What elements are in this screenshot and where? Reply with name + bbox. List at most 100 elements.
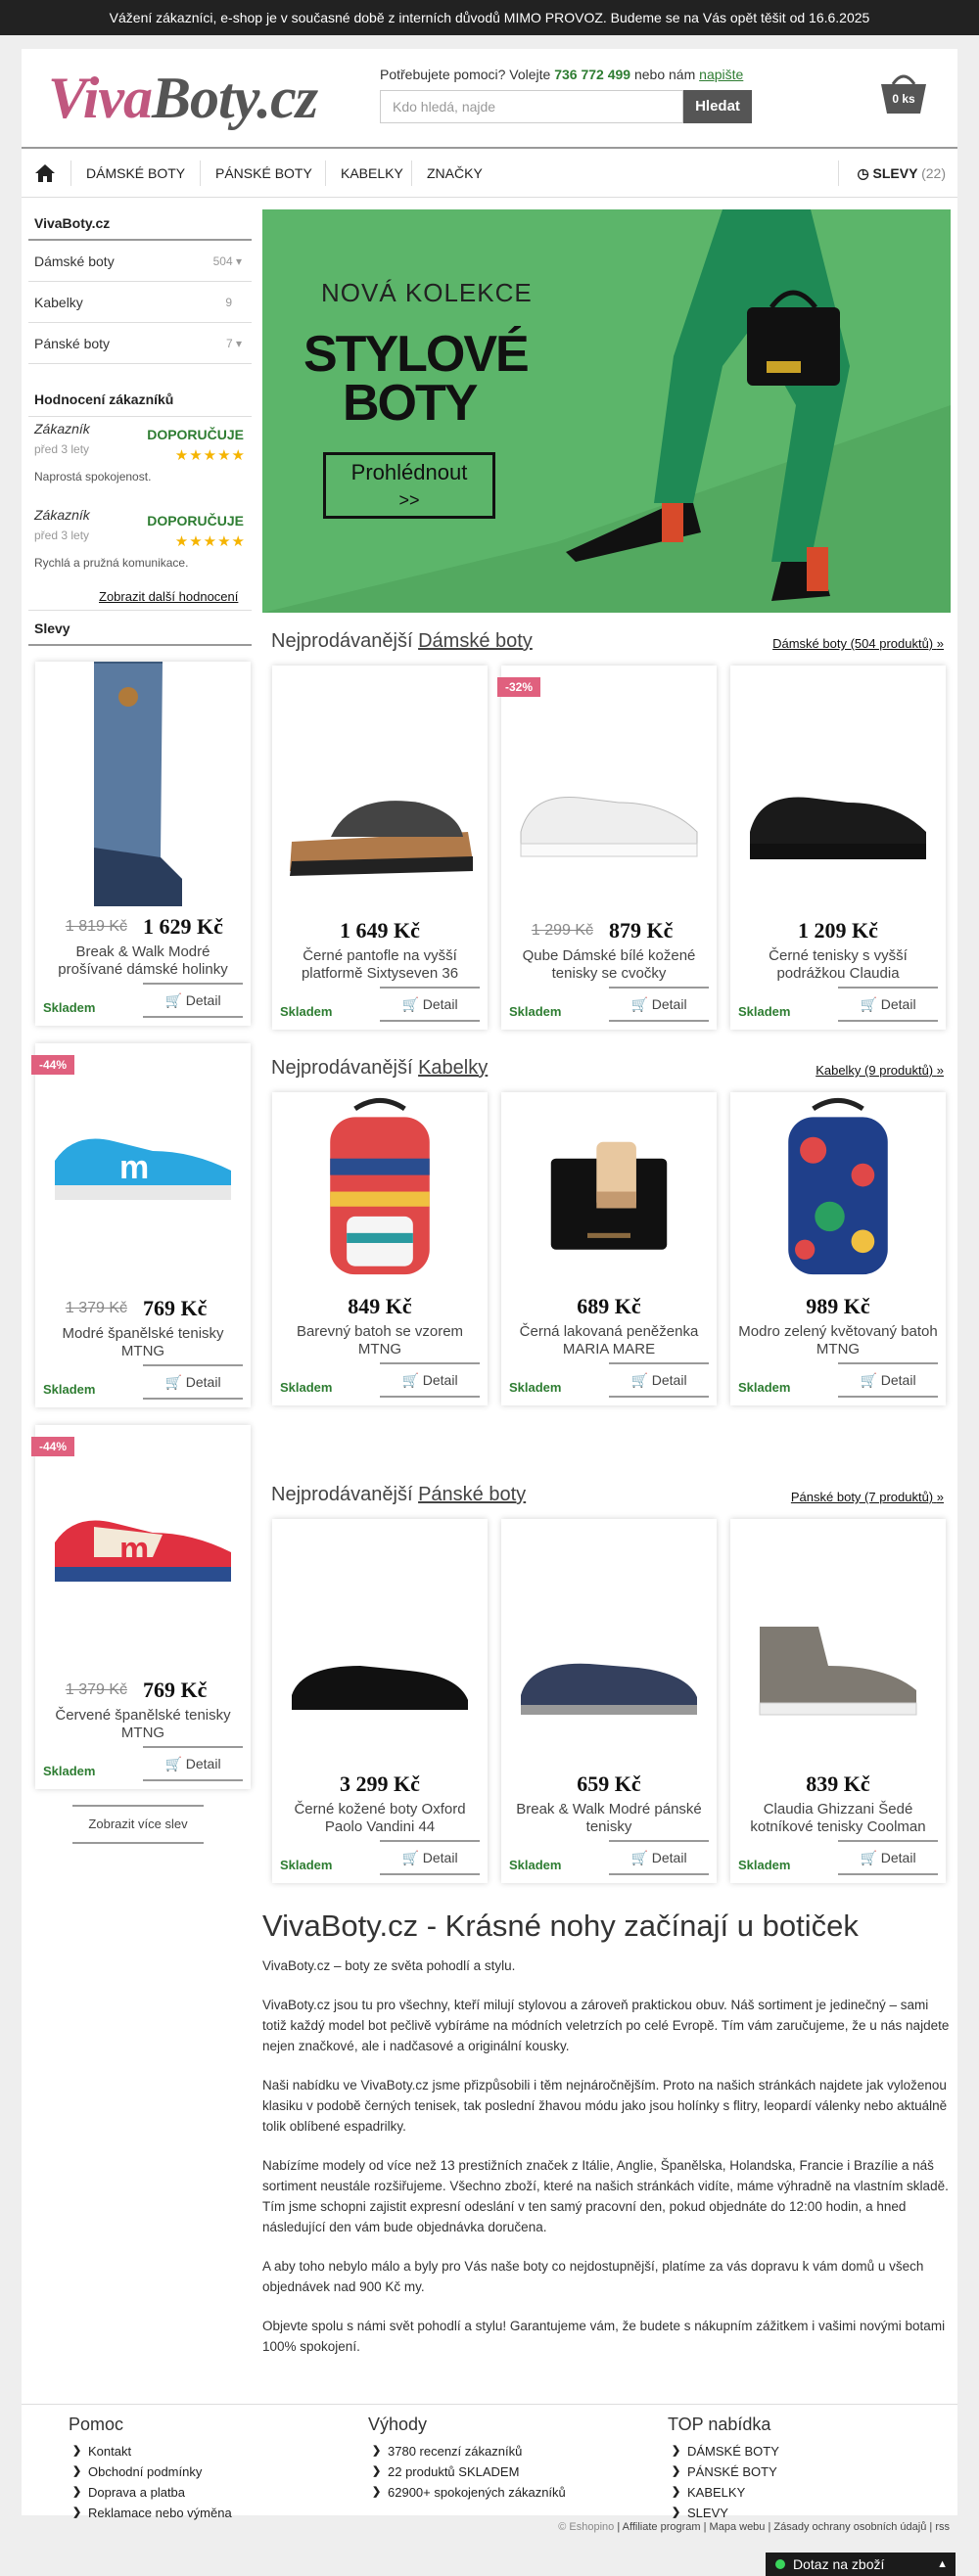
detail-label: Detail (651, 1850, 687, 1865)
detail-button[interactable]: 🛒 Detail (143, 1746, 243, 1781)
nav-item-damske-boty[interactable]: DÁMSKÉ BOTY (86, 149, 185, 198)
section-name-link[interactable]: Kabelky (418, 1057, 488, 1079)
footer-link[interactable]: Kontakt (69, 2441, 232, 2461)
sidebar-item-kabelky[interactable]: Kabelky 9 (28, 282, 252, 323)
detail-button[interactable]: 🛒 Detail (380, 1840, 480, 1875)
product-card[interactable]: -44% m 1 379 Kč 769 Kč Modré španělské t… (31, 1043, 251, 1407)
contact-link[interactable]: napište (699, 67, 743, 82)
help-middle: nebo nám (633, 67, 696, 82)
product-card[interactable]: 1 649 Kč Černé pantofle na vyšší platfor… (272, 666, 488, 1030)
logo[interactable]: VivaBoty.cz (48, 65, 318, 132)
footer-link[interactable]: Obchodní podmínky (69, 2461, 232, 2482)
product-card[interactable]: -32% 1 299 Kč 879 Kč Qube Dámské bílé ko… (497, 666, 717, 1030)
svg-text:m: m (119, 1531, 149, 1568)
hero-banner[interactable]: NOVÁ KOLEKCE STYLOVÉ BOTY Prohlédnout >> (262, 209, 951, 613)
sidebar-item-label: Dámské boty (34, 253, 115, 269)
product-name[interactable]: Modro zelený květovaný batoh MTNG (738, 1323, 938, 1358)
product-name[interactable]: Claudia Ghizzani Šedé kotníkové tenisky … (738, 1801, 938, 1836)
product-card[interactable]: 3 299 Kč Černé kožené boty Oxford Paolo … (272, 1519, 488, 1883)
nav-item-znacky[interactable]: ZNAČKY (427, 149, 483, 198)
nav-item-sale[interactable]: ◷ SLEVY (22) (857, 149, 946, 198)
old-price: 1 819 Kč (65, 918, 127, 935)
product-card[interactable]: 839 Kč Claudia Ghizzani Šedé kotníkové t… (730, 1519, 946, 1883)
cart-icon: 🛒 (401, 1372, 419, 1388)
price: 659 Kč (577, 1771, 641, 1796)
detail-button[interactable]: 🛒 Detail (838, 1840, 938, 1875)
footer-benefit[interactable]: 22 produktů SKLADEM (368, 2461, 566, 2482)
sidebar-item-damske-boty[interactable]: Dámské boty 504 ▾ (28, 241, 252, 282)
nav-item-panske-boty[interactable]: PÁNSKÉ BOTY (215, 149, 312, 198)
product-name[interactable]: Červené španělské tenisky MTNG (43, 1707, 243, 1742)
chat-widget[interactable]: Dotaz na zboží ▲ (766, 2553, 956, 2576)
section-name-link[interactable]: Pánské boty (418, 1484, 526, 1505)
sidebar-item-panske-boty[interactable]: Pánské boty 7 ▾ (28, 323, 252, 364)
more-reviews-link[interactable]: Zobrazit další hodnocení (99, 589, 238, 604)
product-name[interactable]: Barevný batoh se vzorem MTNG (280, 1323, 480, 1358)
product-name[interactable]: Modré španělské tenisky MTNG (43, 1325, 243, 1360)
footer-link[interactable]: DÁMSKÉ BOTY (668, 2441, 779, 2461)
search-button[interactable]: Hledat (683, 90, 752, 123)
phone-number[interactable]: 736 772 499 (554, 67, 630, 82)
product-image-backpack (330, 1097, 430, 1275)
cart-button[interactable]: 0 ks (877, 65, 930, 117)
nav-home[interactable] (35, 149, 61, 198)
product-name[interactable]: Break & Walk Modré pánské tenisky (509, 1801, 709, 1836)
price: 1 629 Kč (143, 914, 223, 939)
detail-button[interactable]: 🛒 Detail (380, 987, 480, 1022)
detail-button[interactable]: 🛒 Detail (838, 1362, 938, 1398)
detail-label: Detail (422, 996, 458, 1012)
affiliate-link[interactable]: Affiliate program (623, 2521, 701, 2533)
footer-link[interactable]: Reklamace nebo výměna (69, 2503, 232, 2523)
price: 3 299 Kč (340, 1771, 420, 1796)
section-link-panske-boty[interactable]: Pánské boty (7 produktů) » (791, 1490, 944, 1504)
product-card[interactable]: 659 Kč Break & Walk Modré pánské tenisky… (501, 1519, 717, 1883)
footer-link[interactable]: KABELKY (668, 2482, 779, 2503)
product-card[interactable]: 689 Kč Černá lakovaná peněženka MARIA MA… (501, 1092, 717, 1405)
detail-button[interactable]: 🛒 Detail (609, 1840, 709, 1875)
detail-button[interactable]: 🛒 Detail (143, 1364, 243, 1400)
product-card[interactable]: 849 Kč Barevný batoh se vzorem MTNG Skla… (272, 1092, 488, 1405)
cart-icon: 🛒 (860, 1372, 877, 1388)
section-link-kabelky[interactable]: Kabelky (9 produktů) » (816, 1063, 944, 1078)
cart-icon: 🛒 (401, 1850, 419, 1865)
cart-icon: 🛒 (860, 996, 877, 1012)
footer-benefit[interactable]: 3780 recenzí zákazníků (368, 2441, 566, 2461)
detail-button[interactable]: 🛒 Detail (609, 1362, 709, 1398)
search-input[interactable]: Kdo hledá, najde (380, 90, 683, 123)
footer-link[interactable]: PÁNSKÉ BOTY (668, 2461, 779, 2482)
product-name[interactable]: Černé pantofle na vyšší platformě Sixtys… (280, 947, 480, 983)
product-card[interactable]: -44% m 1 379 Kč 769 Kč Červené španělské… (31, 1425, 251, 1789)
product-image-oxford (292, 1666, 468, 1710)
product-name[interactable]: Break & Walk Modré prošívané dámské holi… (43, 943, 243, 979)
price: 1 649 Kč (340, 918, 420, 943)
product-card[interactable]: 1 209 Kč Černé tenisky s vyšší podrážkou… (730, 666, 946, 1030)
nav-divider (838, 161, 839, 186)
product-image-sneaker: m (55, 1520, 231, 1582)
review-recommend: DOPORUČUJE (147, 427, 244, 442)
detail-button[interactable]: 🛒 Detail (380, 1362, 480, 1398)
product-name[interactable]: Černé kožené boty Oxford Paolo Vandini 4… (280, 1801, 480, 1836)
product-name[interactable]: Černé tenisky s vyšší podrážkou Claudia (738, 947, 938, 983)
nav-item-kabelky[interactable]: KABELKY (341, 149, 403, 198)
sitemap-link[interactable]: Mapa webu (710, 2521, 766, 2533)
product-name[interactable]: Černá lakovaná peněženka MARIA MARE (509, 1323, 709, 1358)
cart-count: 0 ks (892, 92, 915, 106)
detail-button[interactable]: 🛒 Detail (838, 987, 938, 1022)
footer-link[interactable]: SLEVY (668, 2503, 779, 2523)
product-name[interactable]: Qube Dámské bílé kožené tenisky se cvočk… (509, 947, 709, 983)
more-sale-button[interactable]: Zobrazit více slev (72, 1805, 204, 1844)
footer-link[interactable]: Doprava a platba (69, 2482, 232, 2503)
privacy-link[interactable]: Zásady ochrany osobních údajů (773, 2521, 926, 2533)
stock-status: Skladem (738, 1858, 791, 1872)
section-link-damske-boty[interactable]: Dámské boty (504 produktů) » (772, 636, 944, 651)
product-card[interactable]: 989 Kč Modro zelený květovaný batoh MTNG… (730, 1092, 946, 1405)
footer-benefit[interactable]: 62900+ spokojených zákazníků (368, 2482, 566, 2503)
sidebar-item-count: 504 (212, 254, 233, 268)
hero-cta-button[interactable]: Prohlédnout >> (323, 452, 495, 519)
rss-link[interactable]: rss (935, 2521, 950, 2533)
detail-button[interactable]: 🛒 Detail (609, 987, 709, 1022)
sidebar-item-count: 7 (225, 337, 233, 350)
section-name-link[interactable]: Dámské boty (418, 630, 533, 652)
detail-button[interactable]: 🛒 Detail (143, 983, 243, 1018)
product-card[interactable]: 1 819 Kč 1 629 Kč Break & Walk Modré pro… (35, 662, 251, 1026)
